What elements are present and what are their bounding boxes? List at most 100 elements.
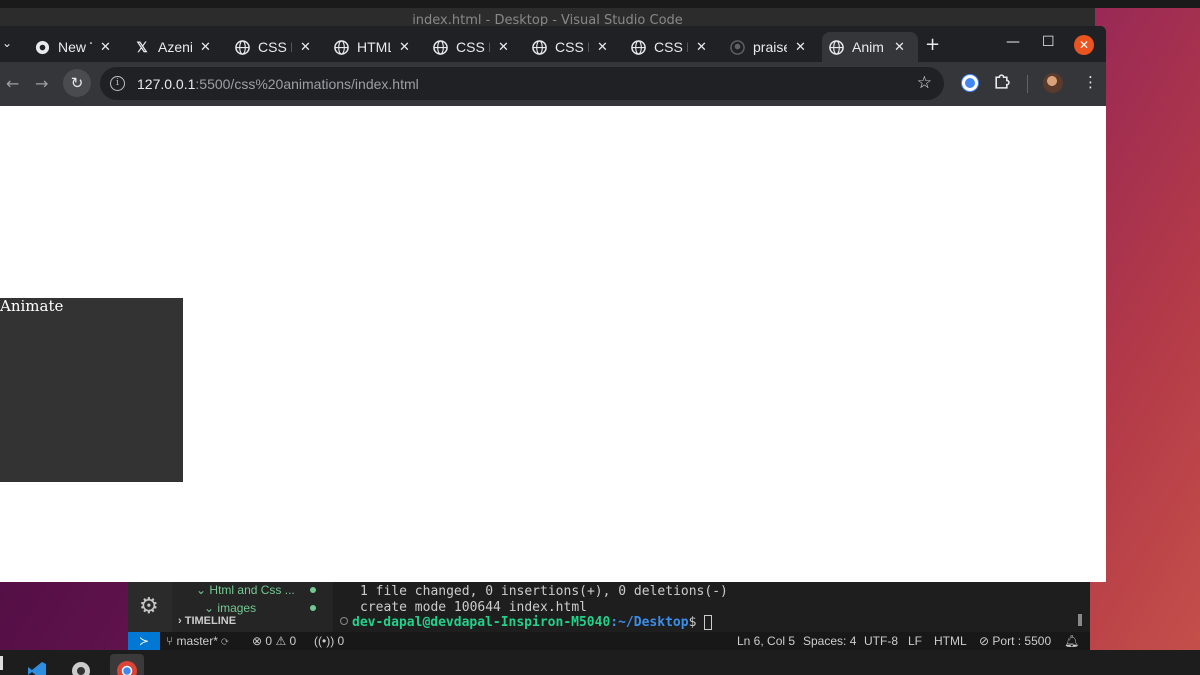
chrome-icon [34, 39, 50, 55]
command-decoration-icon[interactable] [340, 617, 348, 625]
terminal-cursor [704, 615, 713, 630]
forward-icon[interactable]: → [35, 74, 48, 93]
close-icon[interactable]: ✕ [597, 39, 608, 55]
broadcast-icon: ((•)) [314, 634, 335, 648]
tab-label: Azeni [158, 39, 192, 55]
tab-search-icon[interactable]: ⌄ [2, 36, 12, 50]
chevron-right-icon: › [178, 615, 182, 627]
github-icon [729, 39, 745, 55]
address-bar[interactable]: i 127.0.0.1 :5500/css%20animations/index… [100, 67, 944, 100]
extension-icon[interactable] [962, 75, 978, 91]
reload-icon[interactable]: ↻ [63, 69, 91, 97]
cursor-position[interactable]: Ln 6, Col 5 [737, 634, 795, 648]
kebab-menu-icon[interactable]: ⋮ [1083, 73, 1098, 91]
tab-animate[interactable]: Anim ✕ [822, 32, 918, 62]
animate-box: Animate [0, 298, 183, 482]
tab-azeni[interactable]: 𝕏 Azeni ✕ [128, 32, 224, 62]
explorer-subfolder-item[interactable]: ⌄ images [204, 601, 256, 615]
explorer-folder-item[interactable]: ⌄ Html and Css ... [196, 583, 295, 597]
vscode-title-bar: index.html - Desktop - Visual Studio Cod… [0, 8, 1095, 26]
warning-icon: ⚠ [275, 634, 287, 648]
bookmark-star-icon[interactable]: ☆ [917, 73, 932, 93]
terminal-scrollbar[interactable] [1078, 614, 1082, 626]
tab-html[interactable]: HTML ✕ [327, 32, 423, 62]
vscode-activity-bar: ⚙ [128, 582, 172, 632]
close-icon[interactable]: ✕ [399, 39, 410, 55]
branch-name: master* [176, 634, 218, 648]
timeline-section[interactable]: › TIMELINE [178, 615, 236, 627]
close-icon[interactable]: ✕ [696, 39, 707, 55]
tab-css-4[interactable]: CSS E ✕ [624, 32, 720, 62]
tab-css-2[interactable]: CSS E ✕ [426, 32, 522, 62]
close-icon[interactable]: ✕ [795, 39, 806, 55]
globe-icon [531, 39, 547, 55]
ports-status[interactable]: ((•)) 0 [314, 634, 344, 648]
close-window-icon[interactable]: ✕ [1074, 35, 1094, 55]
language-mode[interactable]: HTML [934, 634, 967, 648]
url-host: 127.0.0.1 [137, 75, 196, 92]
settings-icon[interactable] [70, 660, 92, 675]
close-icon[interactable]: ✕ [300, 39, 311, 55]
ports-count: 0 [337, 634, 345, 648]
tab-label: CSS E [258, 39, 292, 55]
tab-css-1[interactable]: CSS E ✕ [228, 32, 324, 62]
tab-label: CSS E [555, 39, 589, 55]
globe-icon [333, 39, 349, 55]
tab-praise[interactable]: praise ✕ [723, 32, 819, 62]
notifications-bell-icon[interactable]: 🔔︎ [1064, 634, 1079, 648]
timeline-label: TIMELINE [184, 615, 237, 627]
eol-status[interactable]: LF [908, 634, 922, 648]
maximize-icon[interactable]: ☐ [1042, 34, 1055, 50]
tab-css-3[interactable]: CSS E ✕ [525, 32, 621, 62]
vscode-explorer: ⌄ Html and Css ... ⌄ images › TIMELINE [172, 582, 333, 632]
vscode-window-title: index.html - Desktop - Visual Studio Cod… [412, 13, 683, 26]
ubuntu-dock [0, 650, 1200, 675]
port-label: Port : 5500 [992, 634, 1052, 648]
branch-status[interactable]: ⑂ master* ⟳ [166, 634, 228, 648]
error-count: 0 [265, 634, 273, 648]
close-icon[interactable]: ✕ [200, 39, 211, 55]
tab-label: HTML [357, 39, 391, 55]
sync-icon: ⟳ [221, 634, 229, 648]
extensions-puzzle-icon[interactable] [993, 73, 1010, 94]
tab-label: New T [58, 39, 92, 55]
chevron-down-icon: ⌄ [204, 601, 215, 615]
terminal-line: 1 file changed, 0 insertions(+), 0 delet… [360, 584, 728, 599]
warning-count: 0 [289, 634, 297, 648]
gear-icon[interactable]: ⚙ [139, 594, 159, 619]
url-path: :5500/css%20animations/index.html [195, 75, 419, 92]
tab-new-tab[interactable]: New T ✕ [28, 32, 124, 62]
close-icon[interactable]: ✕ [498, 39, 509, 55]
globe-icon [234, 39, 250, 55]
minimize-icon[interactable]: — [1006, 34, 1020, 50]
git-status-dot [310, 605, 316, 611]
terminal-line: create mode 100644 index.html [360, 600, 587, 615]
terminal-prompt: dev-dapal@devdapal-Inspiron-M5040:~/Desk… [352, 615, 713, 630]
dock-indicator [0, 656, 3, 670]
toolbar-divider [1027, 75, 1028, 93]
indentation-status[interactable]: Spaces: 4 [803, 634, 856, 648]
encoding-status[interactable]: UTF-8 [864, 634, 898, 648]
chrome-window: ⌄ New T ✕ 𝕏 Azeni ✕ CSS E ✕ HTML ✕ [0, 26, 1106, 582]
vscode-terminal[interactable]: 1 file changed, 0 insertions(+), 0 delet… [333, 582, 1090, 632]
vscode-icon[interactable] [26, 660, 48, 675]
close-icon[interactable]: ✕ [100, 39, 111, 55]
problems-status[interactable]: ⊗ 0 ⚠ 0 [252, 634, 296, 648]
back-icon[interactable]: ← [6, 74, 19, 93]
gnome-top-bar [0, 0, 1200, 8]
profile-avatar[interactable] [1043, 73, 1063, 93]
globe-icon [630, 39, 646, 55]
chrome-dock-icon[interactable] [110, 654, 144, 675]
tab-strip: ⌄ New T ✕ 𝕏 Azeni ✕ CSS E ✕ HTML ✕ [0, 26, 1106, 62]
info-icon[interactable]: i [110, 76, 125, 91]
tab-label: Anim [852, 39, 884, 55]
close-icon[interactable]: ✕ [894, 39, 905, 55]
page-viewport: Animate [0, 106, 1106, 582]
remote-icon[interactable]: ≻ [128, 632, 160, 650]
new-tab-icon[interactable]: + [925, 34, 940, 55]
chrome-toolbar: ← → ↻ i 127.0.0.1 :5500/css%20animations… [0, 62, 1106, 106]
error-icon: ⊗ [252, 634, 263, 648]
no-entry-icon: ⊘ [979, 634, 990, 648]
tab-label: CSS E [456, 39, 490, 55]
live-server-status[interactable]: ⊘ Port : 5500 [979, 634, 1051, 648]
